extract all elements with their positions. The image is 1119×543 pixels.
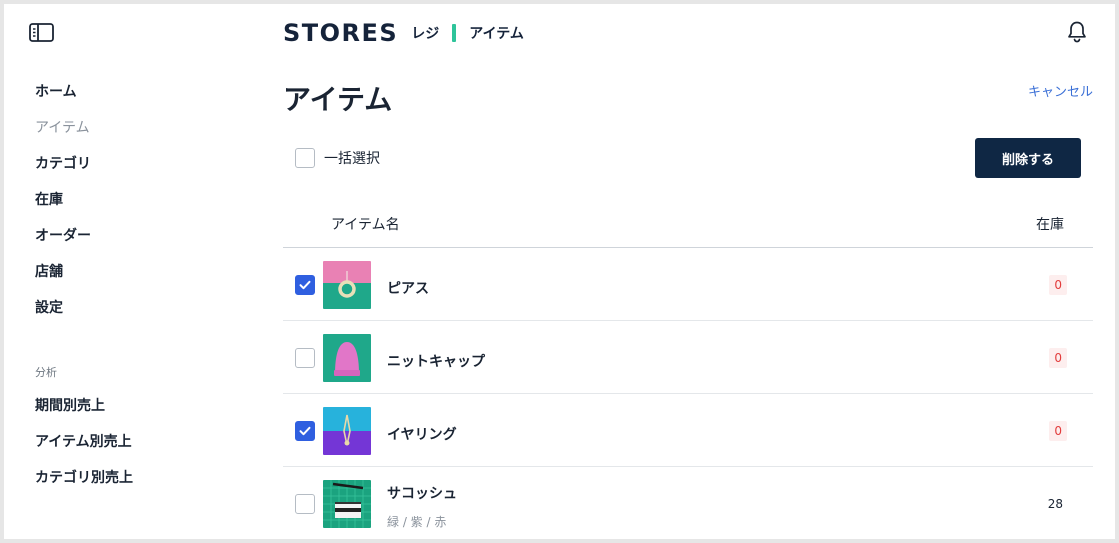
sidebar-item-home[interactable]: ホーム	[35, 80, 133, 116]
check-icon	[299, 280, 311, 290]
item-thumbnail-earring	[323, 261, 371, 309]
item-name: ニットキャップ	[387, 354, 485, 370]
sidebar-item-settings[interactable]: 設定	[35, 296, 133, 332]
column-header-stock: 在庫	[1036, 217, 1064, 233]
item-thumbnail-sacoche	[323, 480, 371, 528]
row-checkbox[interactable]	[295, 494, 315, 514]
select-all-label: 一括選択	[324, 151, 380, 167]
column-header-item-name: アイテム名	[331, 217, 400, 233]
sidebar-nav: ホーム アイテム カテゴリ 在庫 オーダー 店舗 設定 分析 期間別売上 アイテ…	[35, 80, 133, 502]
sidebar-item-stores[interactable]: 店舗	[35, 260, 133, 296]
sidebar-item-sales-by-category[interactable]: カテゴリ別売上	[35, 466, 133, 502]
item-name: イヤリング	[387, 427, 457, 443]
table-row[interactable]: ニットキャップ 0	[283, 321, 1093, 394]
table-row[interactable]: サコッシュ 緑 / 紫 / 赤 28	[283, 467, 1093, 539]
row-checkbox[interactable]	[295, 275, 315, 295]
sidebar-item-inventory[interactable]: 在庫	[35, 188, 133, 224]
stock-badge: 0	[1049, 348, 1067, 368]
table-row[interactable]: ピアス 0	[283, 248, 1093, 321]
page-title: アイテム	[283, 83, 393, 116]
table-header: アイテム名 在庫	[283, 206, 1093, 248]
brand-divider	[452, 24, 457, 42]
item-thumbnail-earrings	[323, 407, 371, 455]
app-window: STORES レジ アイテム ホーム アイテム カテゴリ 在庫 オーダー 店舗 …	[4, 4, 1115, 539]
item-thumbnail-knit-cap	[323, 334, 371, 382]
table-row[interactable]: イヤリング 0	[283, 394, 1093, 467]
stock-value: 28	[1047, 497, 1063, 511]
sidebar-item-sales-by-item[interactable]: アイテム別売上	[35, 430, 133, 466]
bell-icon[interactable]	[1066, 20, 1088, 44]
sidebar-heading-analysis: 分析	[35, 366, 57, 379]
item-name: ピアス	[387, 281, 429, 297]
sidebar-item-items[interactable]: アイテム	[35, 116, 133, 152]
select-all-control[interactable]: 一括選択	[295, 148, 380, 168]
cancel-link[interactable]: キャンセル	[1028, 81, 1093, 100]
sidebar-item-sales-by-period[interactable]: 期間別売上	[35, 394, 133, 430]
brand-subtitle: レジ	[411, 26, 440, 42]
sidebar-item-categories[interactable]: カテゴリ	[35, 152, 133, 188]
sidebar-item-orders[interactable]: オーダー	[35, 224, 133, 260]
stock-badge: 0	[1049, 275, 1067, 295]
check-icon	[299, 426, 311, 436]
header-section-title: アイテム	[469, 26, 524, 42]
stock-badge: 0	[1049, 421, 1067, 441]
brand[interactable]: STORES レジ アイテム	[283, 18, 524, 48]
item-name: サコッシュ	[387, 486, 457, 502]
sidebar-toggle-icon[interactable]	[29, 22, 55, 44]
item-variant-summary: 緑 / 紫 / 赤	[387, 515, 447, 529]
delete-button[interactable]: 削除する	[975, 138, 1081, 178]
item-list: ピアス 0 ニットキャップ 0 イヤリング 0 サコッシュ 緑 / 紫 / 赤 …	[283, 248, 1093, 539]
row-checkbox[interactable]	[295, 348, 315, 368]
select-all-checkbox[interactable]	[295, 148, 315, 168]
brand-logo: STORES	[283, 19, 399, 47]
row-checkbox[interactable]	[295, 421, 315, 441]
